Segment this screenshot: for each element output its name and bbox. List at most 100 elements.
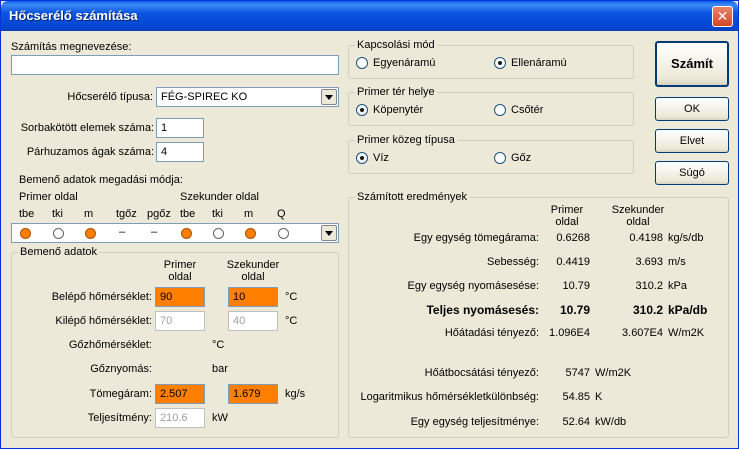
result-unit: W/m2K	[668, 327, 705, 339]
parallel-input[interactable]: 4	[156, 142, 204, 162]
calculate-button[interactable]: Számít	[655, 41, 729, 87]
radio-dot[interactable]	[494, 104, 506, 116]
mode-m-primer	[85, 228, 96, 242]
single-result-unit: K	[595, 391, 603, 403]
in-temp-primer-input[interactable]: 90	[155, 287, 205, 307]
primer-space-title: Primer tér helye	[355, 86, 437, 98]
out-temp-primer-input[interactable]: 70	[155, 311, 205, 331]
single-result-value: 52.64	[562, 416, 590, 428]
input-primer-header-1: Primer	[163, 259, 197, 271]
radio-co-current-label: Egyenáramú	[373, 57, 436, 69]
switch-mode-title: Kapcsolási mód	[355, 39, 437, 51]
radio-co-current[interactable]: Egyenáramú	[356, 57, 435, 69]
type-select-value: FÉG-SPIREC KO	[161, 91, 248, 103]
col-tki-sek: tki	[212, 208, 223, 220]
radio-tube-side[interactable]: Csőtér	[494, 104, 543, 116]
mode-pgoz: –	[151, 226, 158, 238]
chevron-down-icon[interactable]	[321, 89, 337, 105]
results-primer-header-1: Primer	[550, 204, 584, 216]
window-title: Hőcserélő számítása	[9, 8, 138, 23]
result-label: Hőátadási tényező:	[444, 327, 539, 339]
out-temp-sek-input[interactable]: 40	[228, 311, 278, 331]
input-mode-select[interactable]: – –	[11, 223, 339, 243]
in-temp-sek-input[interactable]: 10	[228, 287, 278, 307]
mode-tgoz: –	[119, 226, 126, 238]
ok-button[interactable]: OK	[655, 97, 729, 121]
result-primer-value: 0.6268	[556, 232, 590, 244]
mode-tbe-primer	[20, 228, 31, 242]
col-tgoz: tgőz	[116, 208, 137, 220]
out-temp-unit: °C	[285, 315, 298, 327]
result-unit: kg/s/db	[668, 232, 704, 244]
single-result-value: 54.85	[562, 391, 590, 403]
input-data-title: Bemenő adatok	[18, 246, 100, 258]
mass-primer-input[interactable]: 2.507	[155, 384, 205, 404]
radio-water-label: Víz	[373, 152, 389, 164]
radio-steam[interactable]: Gőz	[494, 152, 531, 164]
single-result-unit: kW/db	[595, 416, 627, 428]
steam-temp-label: Gőzhőmérséklet:	[68, 339, 152, 351]
col-tbe-primer: tbe	[19, 208, 35, 220]
single-result-unit: W/m2K	[595, 367, 632, 379]
radio-dot[interactable]	[494, 57, 506, 69]
col-m-sek: m	[244, 208, 254, 220]
series-label: Sorbakötött elemek száma:	[20, 122, 154, 134]
result-unit: kPa	[668, 280, 687, 292]
power-unit: kW	[212, 412, 228, 424]
result-sek-value: 0.4198	[629, 232, 663, 244]
primer-side-label: Primer oldal	[19, 191, 78, 203]
close-button[interactable]: ✕	[712, 6, 733, 27]
radio-counter-current[interactable]: Ellenáramú	[494, 57, 567, 69]
calc-name-label: Számítás megnevezése:	[11, 41, 132, 53]
result-total-sek: 310.2	[632, 303, 663, 317]
col-pgoz: pgőz	[147, 208, 171, 220]
mode-tki-sek	[213, 228, 224, 242]
primer-medium-title: Primer közeg típusa	[355, 134, 457, 146]
result-label: Egy egység tömegárama:	[413, 232, 539, 244]
primer-medium-group: Primer közeg típusa	[348, 134, 634, 174]
single-result-value: 5747	[565, 367, 590, 379]
radio-dot[interactable]	[356, 152, 368, 164]
help-button[interactable]: Súgó	[655, 161, 729, 185]
mass-label: Tömegáram:	[89, 388, 152, 400]
title-bar[interactable]: Hőcserélő számítása ✕	[1, 1, 738, 31]
col-m-primer: m	[84, 208, 94, 220]
type-label: Hőcserélő típusa:	[67, 91, 153, 103]
radio-dot[interactable]	[494, 152, 506, 164]
power-input[interactable]: 210.6	[155, 408, 205, 428]
mass-sek-input[interactable]: 1.679	[228, 384, 278, 404]
results-sek-header-1: Szekunder	[611, 204, 665, 216]
secunder-side-label: Szekunder oldal	[180, 191, 259, 203]
in-temp-label: Belépő hőmérséklet:	[51, 291, 152, 303]
single-result-label: Hőátbocsátási tényező:	[424, 367, 539, 379]
single-result-label: Logaritmikus hőmérsékletkülönbség:	[360, 391, 539, 403]
mode-tki-primer	[53, 228, 64, 242]
col-q: Q	[277, 208, 286, 220]
dialog-window: Hőcserélő számítása ✕ Számítás megnevezé…	[0, 0, 739, 449]
type-select[interactable]: FÉG-SPIREC KO	[156, 87, 339, 107]
radio-dot[interactable]	[356, 104, 368, 116]
radio-water[interactable]: Víz	[356, 152, 389, 164]
results-sek-header-2: oldal	[626, 216, 650, 228]
result-sek-value: 3.693	[635, 256, 663, 268]
result-primer-value: 0.4419	[556, 256, 590, 268]
results-primer-header-2: oldal	[555, 216, 579, 228]
radio-tube-side-label: Csőtér	[511, 104, 544, 116]
col-tki-primer: tki	[52, 208, 63, 220]
calc-name-input[interactable]	[11, 55, 339, 75]
results-title: Számított eredmények	[355, 191, 470, 203]
radio-shell-side[interactable]: Köpenytér	[356, 104, 423, 116]
series-input[interactable]: 1	[156, 118, 204, 138]
result-total-unit: kPa/db	[668, 303, 708, 317]
result-label: Egy egység nyomásesése:	[407, 280, 539, 292]
input-mode-label: Bemenő adatok megadási módja:	[19, 174, 183, 186]
radio-dot[interactable]	[356, 57, 368, 69]
radio-counter-current-label: Ellenáramú	[511, 57, 567, 69]
radio-shell-side-label: Köpenytér	[373, 104, 424, 116]
cancel-button[interactable]: Elvet	[655, 129, 729, 153]
result-total-primer: 10.79	[559, 303, 590, 317]
col-tbe-sek: tbe	[180, 208, 196, 220]
steam-press-label: Gőznyomás:	[90, 363, 152, 375]
result-unit: m/s	[668, 256, 686, 268]
input-sek-header-2: oldal	[241, 271, 265, 283]
